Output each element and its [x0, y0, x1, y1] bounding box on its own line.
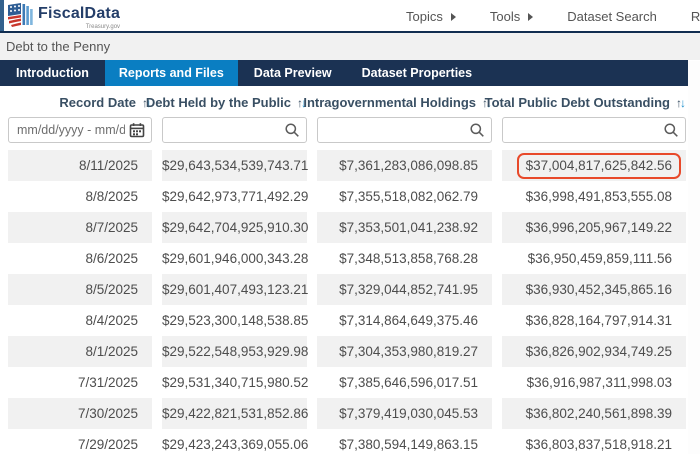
nav-item-res[interactable]: Res	[691, 9, 700, 24]
table-header-row: Record Date ↑↓ Debt Held by the Public ↑…	[0, 86, 688, 110]
amount-cell: $36,826,902,934,749.25	[502, 336, 686, 367]
amount-cell: $29,423,243,369,055.06	[162, 429, 307, 454]
column-header-intragovernmental-holdings[interactable]: Intragovernmental Holdings ↑↓	[317, 95, 492, 110]
amount-cell: $7,329,044,852,741.95	[317, 274, 492, 305]
amount-cell: $7,361,283,086,098.85	[317, 150, 492, 181]
table-row: 7/29/2025 $29,423,243,369,055.06 $7,380,59…	[0, 429, 688, 454]
data-table: Record Date ↑↓ Debt Held by the Public ↑…	[0, 86, 700, 454]
tab-reports-and-files[interactable]: Reports and Files	[105, 60, 238, 86]
amount-cell: $36,916,987,311,998.03	[502, 367, 686, 398]
amount-cell: $7,353,501,041,238.92	[317, 212, 492, 243]
amount-cell: $36,998,491,853,555.08	[502, 181, 686, 212]
amount-cell: $29,601,407,493,123.21	[162, 274, 307, 305]
breadcrumb-bar: Debt to the Penny	[0, 33, 700, 60]
table-row: 8/6/2025 $29,601,946,000,343.28 $7,348,513…	[0, 243, 688, 274]
amount-cell: $36,803,837,518,918.21	[502, 429, 686, 454]
table-row: 8/4/2025 $29,523,300,148,538.85 $7,314,864…	[0, 305, 688, 336]
column-label: Total Public Debt Outstanding	[485, 95, 670, 110]
tab-introduction[interactable]: Introduction	[2, 60, 103, 86]
amount-cell: $29,531,340,715,980.52	[162, 367, 307, 398]
record-date-cell: 8/4/2025	[8, 305, 152, 336]
column-label: Debt Held by the Public	[146, 95, 291, 110]
amount-cell: $29,643,534,539,743.71	[162, 150, 307, 181]
column-label: Intragovernmental Holdings	[303, 95, 476, 110]
table-row: 8/1/2025 $29,522,548,953,929.98 $7,304,353…	[0, 336, 688, 367]
table-row: 8/5/2025 $29,601,407,493,123.21 $7,329,044…	[0, 274, 688, 305]
nav-item-label: Dataset Search	[567, 9, 657, 24]
nav-item-label: Tools	[490, 9, 520, 24]
table-row: 8/8/2025 $29,642,973,771,492.29 $7,355,518…	[0, 181, 688, 212]
nav-item-tools[interactable]: Tools	[490, 9, 533, 24]
column-header-record-date[interactable]: Record Date ↑↓	[8, 95, 152, 110]
record-date-cell: 7/30/2025	[8, 398, 152, 429]
nav-item-label: Topics	[406, 9, 443, 24]
record-date-cell: 8/8/2025	[8, 181, 152, 212]
amount-cell: $7,314,864,649,375.46	[317, 305, 492, 336]
record-date-cell: 8/1/2025	[8, 336, 152, 367]
table-row: 8/7/2025 $29,642,704,925,910.30 $7,353,501…	[0, 212, 688, 243]
total-debt-search-input[interactable]	[502, 117, 686, 143]
column-header-debt-held-by-public[interactable]: Debt Held by the Public ↑↓	[162, 95, 307, 110]
flag-icon	[7, 1, 33, 27]
table-body: 8/11/2025 $29,643,534,539,743.71 $7,361,28…	[0, 150, 700, 454]
amount-cell: $7,379,419,030,045.53	[317, 398, 492, 429]
column-label: Record Date	[59, 95, 136, 110]
caret-right-icon	[528, 13, 533, 21]
calendar-icon[interactable]	[129, 122, 145, 138]
top-nav: Topics Tools Dataset Search Res	[406, 0, 700, 33]
site-header: FiscalData Treasury.gov Topics Tools Datas…	[0, 0, 700, 33]
table-row: 8/11/2025 $29,643,534,539,743.71 $7,361,28…	[0, 150, 688, 181]
brand-text: FiscalData Treasury.gov	[38, 1, 120, 30]
right-page-strip	[688, 61, 700, 454]
amount-cell: $29,422,821,531,852.86	[162, 398, 307, 429]
fiscaldata-page: FiscalData Treasury.gov Topics Tools Datas…	[0, 0, 700, 454]
record-date-cell: 8/11/2025	[8, 150, 152, 181]
tab-bar: IntroductionReports and FilesData Previe…	[0, 60, 688, 86]
highlight-box: $37,004,817,625,842.56	[517, 153, 681, 179]
amount-cell: $29,523,300,148,538.85	[162, 305, 307, 336]
record-date-cell: 7/31/2025	[8, 367, 152, 398]
record-date-cell: 7/29/2025	[8, 429, 152, 454]
amount-cell: $7,385,646,596,017.51	[317, 367, 492, 398]
date-range-filter	[8, 117, 152, 143]
column-header-total-public-debt[interactable]: Total Public Debt Outstanding ↑↓	[502, 95, 686, 110]
amount-cell: $29,642,704,925,910.30	[162, 212, 307, 243]
tab-dataset-properties[interactable]: Dataset Properties	[348, 60, 486, 86]
amount-cell: $37,004,817,625,842.56	[502, 150, 686, 181]
amount-cell: $36,930,452,345,865.16	[502, 274, 686, 305]
intragov-search-input[interactable]	[317, 117, 492, 143]
amount-cell: $36,996,205,967,149.22	[502, 212, 686, 243]
tab-data-preview[interactable]: Data Preview	[240, 60, 346, 86]
brand-tagline: Treasury.gov	[86, 24, 120, 30]
nav-item-topics[interactable]: Topics	[406, 9, 456, 24]
table-row: 7/31/2025 $29,531,340,715,980.52 $7,385,64…	[0, 367, 688, 398]
amount-cell: $29,522,548,953,929.98	[162, 336, 307, 367]
sort-icon[interactable]: ↑↓	[676, 96, 686, 110]
record-date-cell: 8/5/2025	[8, 274, 152, 305]
nav-item-dataset-search[interactable]: Dataset Search	[567, 9, 657, 24]
record-date-cell: 8/6/2025	[8, 243, 152, 274]
left-edge-strip	[0, 0, 4, 31]
nav-item-label: Res	[691, 9, 700, 24]
amount-cell: $7,355,518,082,062.79	[317, 181, 492, 212]
amount-cell: $36,950,459,859,111.56	[502, 243, 686, 274]
amount-cell: $7,304,353,980,819.27	[317, 336, 492, 367]
amount-cell: $7,380,594,149,863.15	[317, 429, 492, 454]
table-filter-row	[0, 117, 688, 143]
amount-cell: $36,802,240,561,898.39	[502, 398, 686, 429]
amount-cell: $36,828,164,797,914.31	[502, 305, 686, 336]
record-date-cell: 8/7/2025	[8, 212, 152, 243]
breadcrumb: Debt to the Penny	[6, 39, 110, 54]
caret-right-icon	[451, 13, 456, 21]
amount-cell: $7,348,513,858,768.28	[317, 243, 492, 274]
amount-cell: $29,642,973,771,492.29	[162, 181, 307, 212]
table-row: 7/30/2025 $29,422,821,531,852.86 $7,379,41…	[0, 398, 688, 429]
debt-held-filter	[162, 117, 307, 143]
fiscaldata-logo[interactable]: FiscalData Treasury.gov	[7, 1, 120, 30]
intragov-filter	[317, 117, 492, 143]
brand-name: FiscalData	[38, 6, 120, 22]
debt-held-search-input[interactable]	[162, 117, 307, 143]
total-debt-filter	[502, 117, 686, 143]
amount-cell: $29,601,946,000,343.28	[162, 243, 307, 274]
